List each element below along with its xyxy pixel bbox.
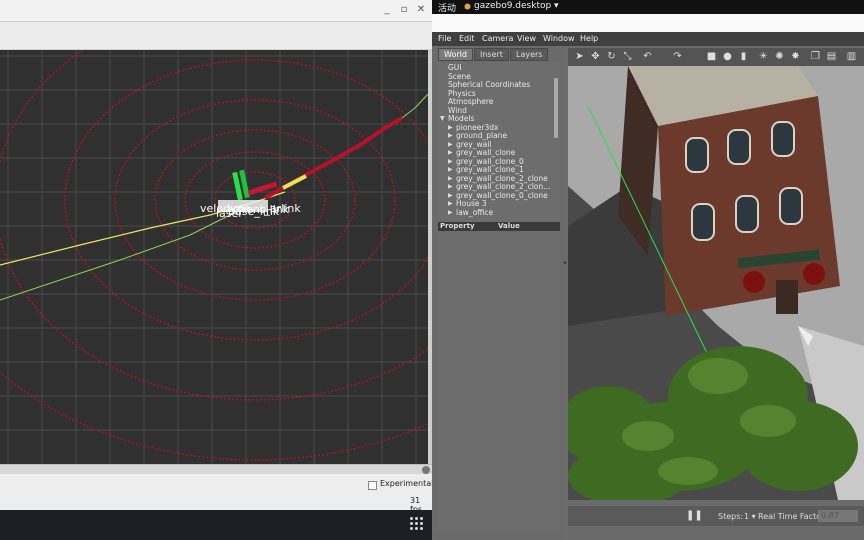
value-column-header: Value: [498, 222, 520, 230]
collapse-panel-icon[interactable]: ◂: [563, 259, 567, 267]
tree-expand-icon[interactable]: ▶: [448, 183, 453, 190]
ground-grid: [0, 50, 428, 464]
apps-grid-dot: [420, 517, 423, 520]
desktop-screen: _ ▫ ✕ velodyne base_link laser front_lin…: [0, 0, 864, 540]
minimize-icon[interactable]: _: [380, 3, 394, 17]
property-table-header: Property Value: [438, 222, 560, 231]
tree-expand-icon[interactable]: ▶: [448, 200, 453, 207]
gazebo-scene-graphic: [568, 66, 864, 500]
spot-light-icon[interactable]: ✸: [790, 51, 801, 62]
menu-edit[interactable]: Edit: [459, 34, 475, 43]
path-yellow-seg: [282, 174, 307, 190]
path-green: [0, 209, 241, 301]
menu-window[interactable]: Window: [543, 34, 575, 43]
desktop-background: [0, 510, 432, 540]
close-icon[interactable]: ✕: [414, 3, 428, 17]
gazebo-window: File Edit Camera View Window Help World …: [432, 14, 864, 540]
real-time-factor-field: 0.87: [818, 510, 858, 522]
tree-scrollbar[interactable]: [554, 78, 558, 138]
apps-grid-dot: [410, 527, 413, 530]
pause-button[interactable]: ❚❚: [686, 510, 703, 521]
sun-light-icon[interactable]: ☀: [758, 51, 769, 62]
activities-button[interactable]: 活动: [438, 1, 456, 14]
rviz-3d-view[interactable]: velodyne base_link laser front_link arli…: [0, 50, 428, 464]
tree-expand-icon[interactable]: ▶: [448, 175, 453, 182]
paste-icon[interactable]: ▤: [826, 51, 837, 62]
steps-spinbox[interactable]: 1 ▾: [744, 512, 756, 521]
tree-expand-icon[interactable]: ▶: [448, 132, 453, 139]
rviz-toolbar: [0, 22, 432, 50]
point-light-icon[interactable]: ✺: [774, 51, 785, 62]
gazebo-app-icon: [464, 3, 471, 10]
box-shape-icon[interactable]: ■: [706, 51, 717, 62]
tree-expand-icon[interactable]: ▶: [448, 158, 453, 165]
show-applications-icon[interactable]: [410, 517, 424, 531]
redo-icon[interactable]: ↷: [672, 51, 683, 62]
apps-grid-dot: [415, 522, 418, 525]
tab-world[interactable]: World: [438, 48, 473, 61]
rviz-horizontal-scrollbar[interactable]: [0, 464, 432, 474]
gazebo-scene-area: ➤ ✥ ↻ ⤡ ↶ ↷ ■ ● ▮ ☀ ✺ ✸ ❐ ▤ ▥ ❚❚ Steps: …: [568, 48, 864, 540]
property-table: [438, 231, 560, 531]
path-green-tail: [401, 93, 428, 119]
apps-grid-dot: [410, 517, 413, 520]
experimental-label: Experimental: [380, 479, 434, 488]
tf-label-suffix: arlink: [270, 202, 301, 215]
settings-icon[interactable]: [422, 466, 430, 474]
sphere-shape-icon[interactable]: ●: [722, 51, 733, 62]
steps-label: Steps:: [718, 512, 744, 521]
maximize-icon[interactable]: ▫: [397, 3, 411, 17]
copy-icon[interactable]: ❐: [810, 51, 821, 62]
cylinder-shape-icon[interactable]: ▮: [738, 51, 749, 62]
tree-expand-icon[interactable]: ▶: [448, 124, 453, 131]
apps-grid-dot: [420, 527, 423, 530]
gazebo-titlebar[interactable]: [432, 14, 864, 32]
menu-view[interactable]: View: [517, 34, 536, 43]
rviz-window: _ ▫ ✕ velodyne base_link laser front_lin…: [0, 0, 434, 514]
tree-expand-icon[interactable]: ▶: [448, 192, 453, 199]
menu-help[interactable]: Help: [580, 34, 598, 43]
translate-icon[interactable]: ✥: [590, 51, 601, 62]
undo-icon[interactable]: ↶: [642, 51, 653, 62]
menu-camera[interactable]: Camera: [482, 34, 513, 43]
experimental-checkbox[interactable]: [368, 481, 377, 490]
apps-grid-dot: [420, 522, 423, 525]
gazebo-menubar: File Edit Camera View Window Help: [432, 32, 864, 46]
apps-grid-dot: [415, 517, 418, 520]
world-tree: GUI Scene Spherical Coordinates Physics Atmo…: [438, 62, 560, 222]
tree-expand-icon[interactable]: ▶: [448, 209, 453, 216]
tree-item[interactable]: law_office: [456, 208, 493, 217]
scan-ring: [0, 50, 428, 401]
tab-insert[interactable]: Insert: [474, 48, 509, 61]
apps-grid-dot: [410, 522, 413, 525]
tree-expand-icon[interactable]: ▶: [448, 141, 453, 148]
gazebo-status-bar: ❚❚ Steps: 1 ▾ Real Time Factor: 0.87: [568, 506, 864, 526]
gazebo-3d-view[interactable]: [568, 66, 864, 500]
rviz-scene-graphic: [0, 50, 428, 464]
property-column-header: Property: [440, 222, 475, 230]
apps-grid-dot: [415, 527, 418, 530]
app-menu[interactable]: gazebo9.desktop ▾: [474, 1, 559, 11]
gnome-top-bar: 活动 gazebo9.desktop ▾: [432, 0, 864, 14]
tab-layers[interactable]: Layers: [510, 48, 549, 61]
tree-expand-icon[interactable]: ▼: [440, 115, 445, 122]
align-icon[interactable]: ▥: [846, 51, 857, 62]
rotate-icon[interactable]: ↻: [606, 51, 617, 62]
laser-scan-rings: [0, 50, 428, 461]
rviz-status-bar: Experimental 31 fps: [0, 474, 434, 514]
rviz-titlebar[interactable]: _ ▫ ✕: [0, 0, 432, 22]
scan-ring: [0, 371, 428, 461]
tree-expand-icon[interactable]: ▶: [448, 166, 453, 173]
select-arrow-icon[interactable]: ➤: [574, 51, 585, 62]
scale-icon[interactable]: ⤡: [622, 51, 633, 62]
real-time-factor-label: Real Time Factor:: [758, 512, 827, 521]
tree-expand-icon[interactable]: ▶: [448, 149, 453, 156]
gazebo-left-panel: World Insert Layers GUI Scene Spherical Co…: [436, 48, 562, 540]
menu-file[interactable]: File: [438, 34, 451, 43]
gazebo-toolbar: ➤ ✥ ↻ ⤡ ↶ ↷ ■ ● ▮ ☀ ✺ ✸ ❐ ▤ ▥: [568, 48, 864, 66]
